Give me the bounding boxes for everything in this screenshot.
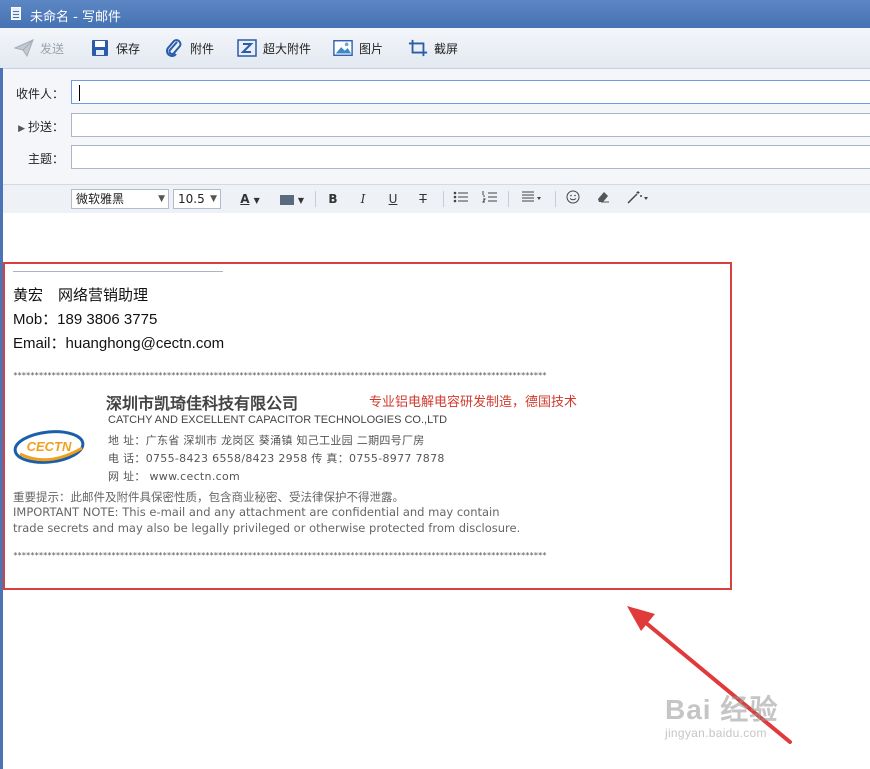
large-attach-label: 超大附件 — [263, 41, 312, 56]
image-label: 图片 — [359, 41, 384, 56]
highlight-color-button[interactable]: ▼ — [275, 190, 309, 208]
font-family-value: 微软雅黑 — [76, 192, 125, 206]
separator — [555, 191, 556, 207]
chevron-down-icon: ▼ — [210, 194, 217, 204]
subject-field[interactable] — [71, 145, 870, 169]
font-family-select[interactable]: 微软雅黑 ▼ — [71, 189, 169, 209]
window-title: 未命名 - 写邮件 — [30, 10, 121, 25]
cc-field[interactable] — [71, 113, 870, 137]
emoticon-button[interactable] — [564, 190, 582, 208]
highlight-icon — [279, 194, 294, 205]
font-size-value: 10.5 — [178, 192, 205, 206]
to-row: 收件人： — [3, 80, 870, 106]
numbered-list-button[interactable] — [481, 190, 499, 208]
magic-wand-icon — [627, 191, 648, 204]
picture-icon — [333, 38, 353, 58]
bold-button[interactable]: B — [325, 190, 341, 208]
italic-button[interactable]: I — [355, 190, 371, 208]
magic-wand-button[interactable] — [625, 190, 651, 208]
watermark-sub: jingyan.baidu.com — [665, 726, 767, 740]
strikethrough-button[interactable]: T — [415, 190, 431, 208]
send-label: 发送 — [40, 41, 65, 56]
send-button[interactable]: 发送 — [14, 28, 64, 68]
message-header: 收件人： ▶ 抄送： 主题： — [3, 69, 870, 184]
paperclip-icon — [164, 38, 184, 58]
font-color-button[interactable]: A ▼ — [235, 190, 265, 208]
screenshot-label: 截屏 — [434, 41, 459, 56]
cc-label: 抄送： — [27, 120, 64, 134]
large-attach-button[interactable]: 超大附件 — [237, 28, 311, 68]
signature-highlight-box — [3, 262, 732, 590]
font-size-select[interactable]: 10.5 ▼ — [173, 189, 221, 209]
screenshot-button[interactable]: 截屏 — [408, 28, 458, 68]
subject-row: 主题： — [3, 145, 870, 171]
document-icon — [11, 7, 21, 20]
align-icon — [522, 191, 541, 202]
dropdown-arrow-icon: ▼ — [253, 196, 260, 205]
image-button[interactable]: 图片 — [333, 28, 383, 68]
to-field[interactable] — [71, 80, 870, 104]
dropdown-arrow-icon: ▼ — [297, 196, 305, 205]
numbered-list-icon — [482, 191, 497, 203]
watermark-main: Bai 经验 — [665, 694, 779, 725]
chevron-down-icon: ▼ — [158, 194, 165, 204]
separator — [315, 191, 316, 207]
align-button[interactable] — [518, 190, 546, 208]
clear-format-button[interactable] — [594, 190, 612, 208]
separator — [443, 191, 444, 207]
underline-button[interactable]: U — [385, 190, 401, 208]
main-toolbar: 发送 保存 附件 超大附件 图片 截屏 — [0, 28, 870, 69]
attach-button[interactable]: 附件 — [164, 28, 214, 68]
large-attachment-icon — [237, 38, 257, 58]
save-label: 保存 — [116, 41, 141, 56]
send-icon — [14, 38, 34, 58]
to-label[interactable]: 收件人： — [16, 85, 64, 102]
attach-label: 附件 — [190, 41, 215, 56]
expand-triangle-icon: ▶ — [18, 124, 25, 134]
smiley-icon — [566, 190, 580, 204]
cc-row: ▶ 抄送： — [3, 113, 870, 139]
bullet-list-icon — [453, 191, 468, 203]
text-caret — [79, 85, 80, 101]
save-button[interactable]: 保存 — [90, 28, 140, 68]
cc-toggle[interactable]: ▶ 抄送： — [18, 118, 64, 135]
save-icon — [90, 38, 110, 58]
crop-icon — [408, 38, 428, 58]
eraser-icon — [598, 192, 609, 203]
font-color-icon: A — [240, 192, 250, 206]
separator — [508, 191, 509, 207]
format-toolbar: 微软雅黑 ▼ 10.5 ▼ A ▼ ▼ B I U T — [3, 184, 870, 214]
subject-label: 主题： — [27, 152, 64, 166]
bullet-list-button[interactable] — [452, 190, 470, 208]
title-bar: 未命名 - 写邮件 — [0, 0, 870, 28]
baidu-watermark: Bai 经验 jingyan.baidu.com — [665, 688, 779, 740]
